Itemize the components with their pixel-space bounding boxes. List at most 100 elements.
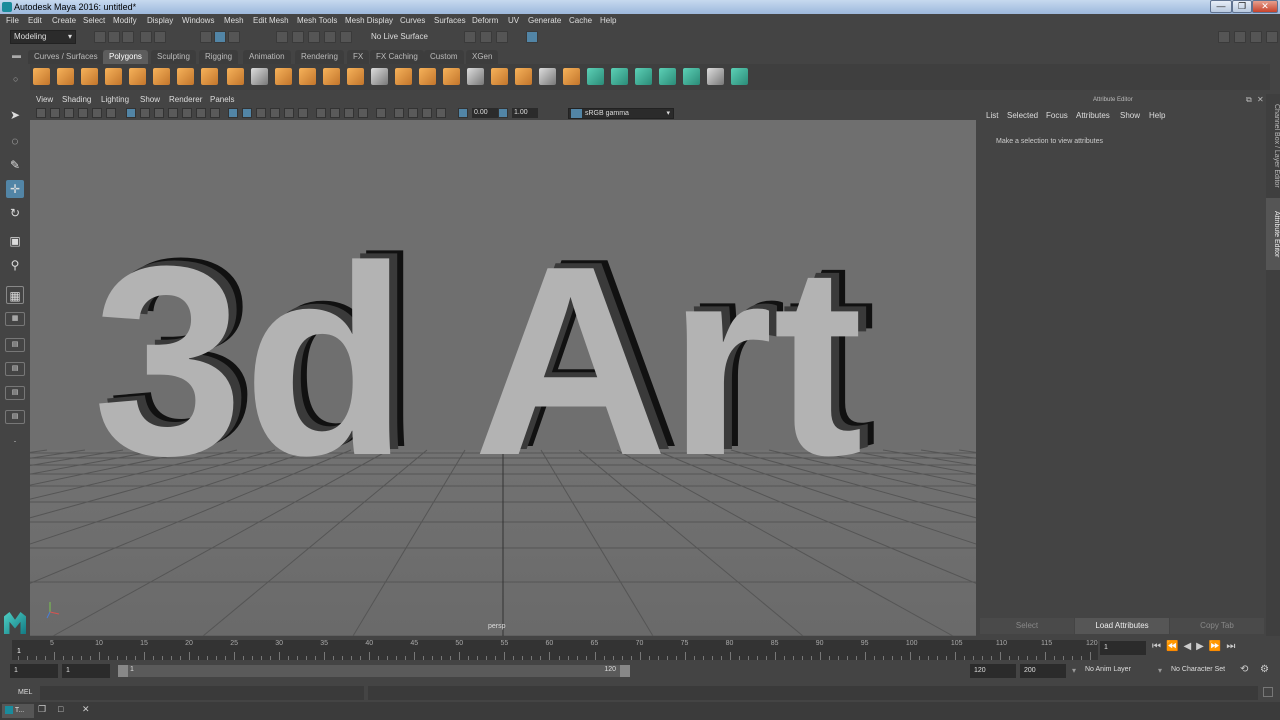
ipr-render-icon[interactable] bbox=[480, 31, 492, 43]
ae-copy-tab-button[interactable]: Copy Tab bbox=[1170, 618, 1264, 634]
tab-attribute-editor[interactable]: Attribute Editor bbox=[1266, 198, 1280, 270]
combine-icon[interactable] bbox=[227, 68, 244, 85]
ae-menu-attributes[interactable]: Attributes bbox=[1076, 111, 1110, 120]
multi-cut-icon[interactable] bbox=[371, 68, 388, 85]
poly-cylinder-icon[interactable] bbox=[81, 68, 98, 85]
snap-point-icon[interactable] bbox=[308, 31, 320, 43]
current-frame-field[interactable]: 1 bbox=[1100, 641, 1146, 655]
ae-select-button[interactable]: Select bbox=[980, 618, 1074, 634]
maximize-button[interactable]: ❐ bbox=[1232, 0, 1252, 13]
anti-aliasing-icon[interactable] bbox=[344, 108, 354, 118]
time-ruler[interactable]: 1 5 10 15 20 25 30 35 40 45 50 55 60 65 70 75 80 85 90 95 1… bbox=[12, 640, 1098, 660]
viewport-menu-show[interactable]: Show bbox=[140, 94, 160, 106]
menu-file[interactable]: File bbox=[6, 14, 19, 28]
uv-editor-icon[interactable] bbox=[683, 68, 700, 85]
playback-end-field[interactable]: 120 bbox=[970, 664, 1016, 678]
range-start-handle[interactable] bbox=[118, 665, 128, 677]
gate-mask-icon[interactable] bbox=[168, 108, 178, 118]
grease-pencil-icon[interactable] bbox=[106, 108, 116, 118]
tab-fx[interactable]: FX bbox=[347, 50, 370, 64]
select-tool-icon[interactable]: ➤ bbox=[6, 106, 24, 124]
menu-curves[interactable]: Curves bbox=[400, 14, 425, 28]
separate-icon[interactable] bbox=[251, 68, 268, 85]
textured-icon[interactable] bbox=[270, 108, 280, 118]
safe-title-icon[interactable] bbox=[210, 108, 220, 118]
outliner-layout-icon[interactable]: ▤ bbox=[5, 410, 25, 424]
minimize-button[interactable]: — bbox=[1210, 0, 1232, 13]
bridge-icon[interactable] bbox=[395, 68, 412, 85]
menu-surfaces[interactable]: Surfaces bbox=[434, 14, 466, 28]
menu-uv[interactable]: UV bbox=[508, 14, 519, 28]
automatic-uv-icon[interactable] bbox=[659, 68, 676, 85]
taskbar-window[interactable]: T... bbox=[2, 704, 34, 718]
render-settings-icon[interactable] bbox=[496, 31, 508, 43]
open-scene-icon[interactable] bbox=[108, 31, 120, 43]
tab-polygons[interactable]: Polygons bbox=[103, 50, 148, 64]
target-weld-icon[interactable] bbox=[443, 68, 460, 85]
ae-menu-show[interactable]: Show bbox=[1120, 111, 1140, 120]
xray-active-icon[interactable] bbox=[408, 108, 418, 118]
gamma-icon[interactable] bbox=[498, 108, 508, 118]
channel-box-toggle-icon[interactable] bbox=[1250, 31, 1262, 43]
tab-channel-box-layer-editor[interactable]: Channel Box / Layer Editor bbox=[1266, 98, 1280, 194]
2d-pan-zoom-icon[interactable] bbox=[92, 108, 102, 118]
xray-icon[interactable] bbox=[394, 108, 404, 118]
exposure-icon[interactable] bbox=[458, 108, 468, 118]
grid-toggle-icon[interactable] bbox=[126, 108, 136, 118]
tab-animation[interactable]: Animation bbox=[243, 50, 291, 64]
screen-space-ao-icon[interactable] bbox=[316, 108, 326, 118]
tab-fx-caching[interactable]: FX Caching bbox=[370, 50, 424, 64]
hypershade-layout-icon[interactable]: ▤ bbox=[5, 386, 25, 400]
render-current-frame-icon[interactable] bbox=[464, 31, 476, 43]
view-transform-dropdown[interactable]: sRGB gamma ▾ bbox=[568, 108, 674, 119]
viewport-menu-renderer[interactable]: Renderer bbox=[169, 94, 202, 106]
menu-mesh-display[interactable]: Mesh Display bbox=[345, 14, 393, 28]
bookmarks-icon[interactable] bbox=[64, 108, 74, 118]
ae-menu-focus[interactable]: Focus bbox=[1046, 111, 1068, 120]
rotate-tool-icon[interactable]: ↻ bbox=[6, 204, 24, 222]
snap-curve-icon[interactable] bbox=[292, 31, 304, 43]
command-input[interactable] bbox=[40, 686, 364, 700]
menu-mesh-tools[interactable]: Mesh Tools bbox=[297, 14, 337, 28]
tab-xgen[interactable]: XGen bbox=[466, 50, 499, 64]
animation-end-field[interactable]: 200 bbox=[1020, 664, 1066, 678]
menu-modify[interactable]: Modify bbox=[113, 14, 137, 28]
hypershade-icon[interactable] bbox=[526, 31, 538, 43]
smooth-shade-icon[interactable] bbox=[242, 108, 252, 118]
3d-text-mesh[interactable]: 3d Art bbox=[93, 211, 863, 512]
poly-pyramid-icon[interactable] bbox=[177, 68, 194, 85]
preferences-icon[interactable]: ⚙ bbox=[1260, 664, 1269, 675]
ae-load-attributes-button[interactable]: Load Attributes bbox=[1075, 618, 1169, 634]
xray-joints-icon[interactable] bbox=[422, 108, 432, 118]
single-perspective-icon[interactable]: ▦ bbox=[6, 286, 24, 304]
layout-icon[interactable] bbox=[1218, 31, 1230, 43]
quad-draw-icon[interactable] bbox=[539, 68, 556, 85]
chevron-down-icon[interactable]: ▾ bbox=[1158, 666, 1162, 675]
script-editor-icon[interactable] bbox=[1263, 687, 1273, 697]
step-back-key-icon[interactable]: ⏪ bbox=[1166, 641, 1183, 652]
poly-pipe-icon[interactable] bbox=[201, 68, 218, 85]
cut-uv-icon[interactable] bbox=[731, 68, 748, 85]
chevron-down-icon[interactable]: ▾ bbox=[1072, 666, 1076, 675]
four-view-icon[interactable]: ▦ bbox=[5, 312, 25, 326]
field-chart-icon[interactable] bbox=[182, 108, 192, 118]
poly-plane-icon[interactable] bbox=[129, 68, 146, 85]
menu-set-dropdown[interactable]: Modeling ▾ bbox=[10, 30, 76, 44]
menu-mesh[interactable]: Mesh bbox=[224, 14, 244, 28]
menu-help[interactable]: Help bbox=[600, 14, 616, 28]
poly-cone-icon[interactable] bbox=[105, 68, 122, 85]
menu-generate[interactable]: Generate bbox=[528, 14, 561, 28]
resolution-gate-icon[interactable] bbox=[154, 108, 164, 118]
attribute-editor-toggle-icon[interactable] bbox=[1266, 31, 1278, 43]
make-live-icon[interactable] bbox=[340, 31, 352, 43]
go-to-end-icon[interactable]: ⏭ bbox=[1226, 641, 1240, 652]
extrude-icon[interactable] bbox=[347, 68, 364, 85]
depth-of-field-icon[interactable] bbox=[358, 108, 368, 118]
range-end-handle[interactable] bbox=[620, 665, 630, 677]
save-scene-icon[interactable] bbox=[122, 31, 134, 43]
ae-menu-selected[interactable]: Selected bbox=[1007, 111, 1038, 120]
command-language-label[interactable]: MEL bbox=[18, 689, 32, 696]
tab-rendering[interactable]: Rendering bbox=[295, 50, 344, 64]
shadows-icon[interactable] bbox=[298, 108, 308, 118]
exposure-field[interactable]: 0.00 bbox=[472, 108, 498, 118]
